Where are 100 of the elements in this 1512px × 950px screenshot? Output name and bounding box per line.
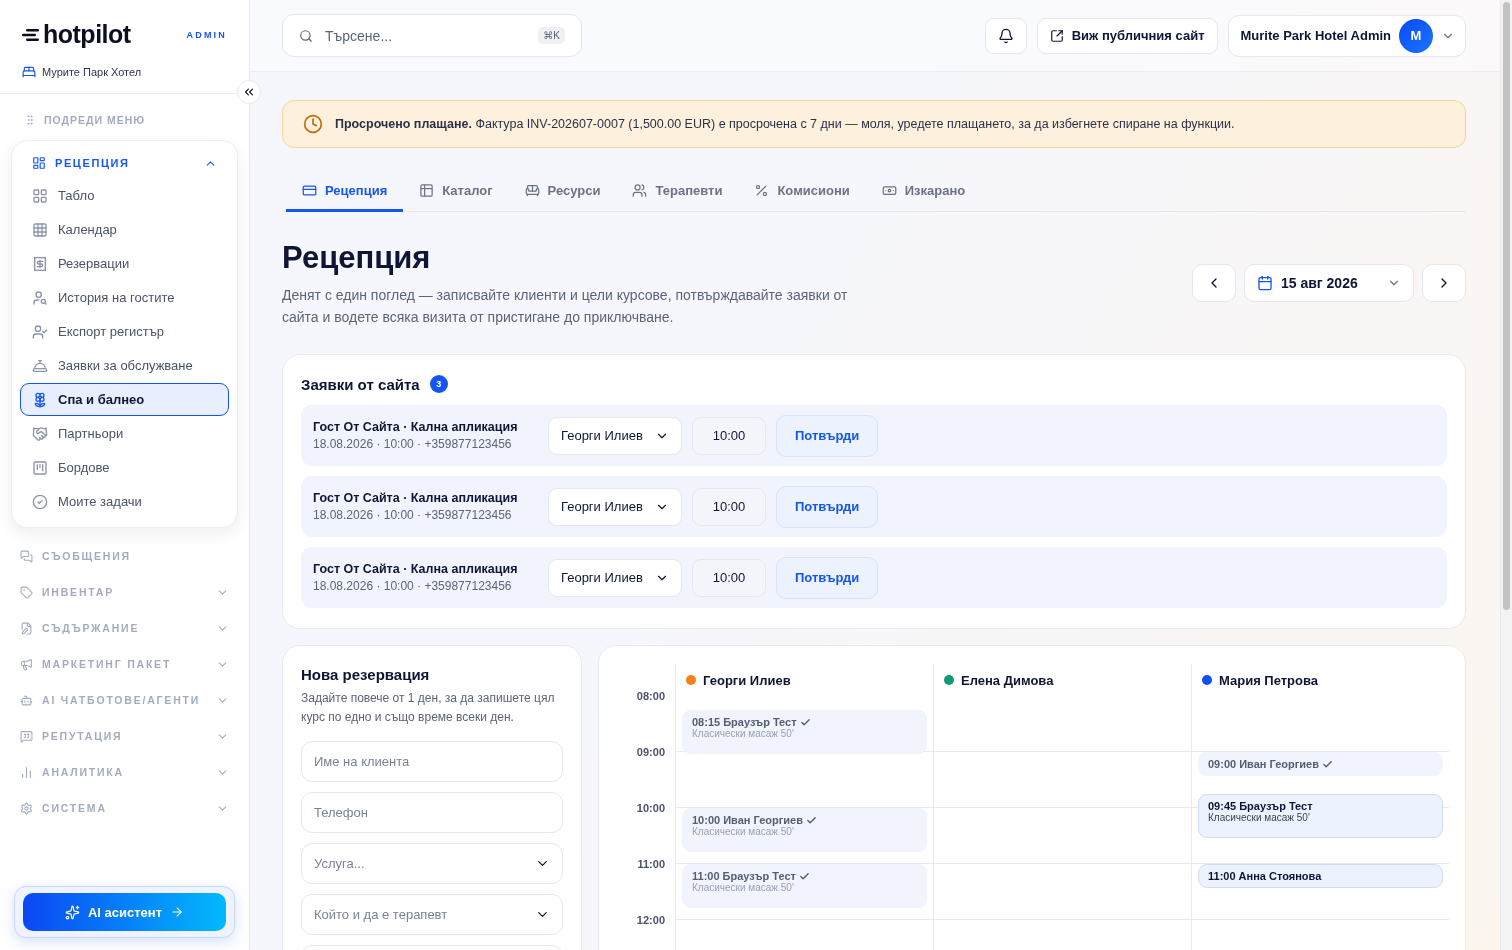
- card-description: Задайте повече от 1 ден, за да запишете цял курс по едно и също време всеки ден.: [301, 690, 556, 726]
- public-site-button[interactable]: Виж публичния сайт: [1036, 17, 1218, 54]
- search-icon: [299, 28, 313, 43]
- percent-icon: [754, 183, 770, 198]
- notifications-button[interactable]: [984, 17, 1027, 54]
- therapist-name: Мария Петрова: [1219, 672, 1319, 688]
- time-field[interactable]: 10:00: [692, 416, 766, 455]
- previous-day-button[interactable]: [1192, 264, 1236, 302]
- check-circle-icon: [32, 493, 48, 510]
- request-details: 18.08.2026 · 10:00 · +359877123456: [313, 437, 513, 451]
- users-icon: [632, 183, 648, 198]
- hour-label: 08:00: [636, 690, 665, 702]
- collapse-button[interactable]: [237, 80, 261, 104]
- card-title: Нова резервация: [301, 666, 431, 683]
- check-icon: [799, 716, 811, 728]
- service-name: Класически масаж 50': [692, 882, 795, 893]
- appointment[interactable]: 11:00 Анна Стоянова: [1198, 864, 1443, 888]
- appointment-title: 09:00 Иван Георгиев: [1208, 758, 1319, 770]
- select-field[interactable]: Услуга...: [301, 843, 563, 884]
- appointment-title: 09:45 Браузър Тест: [1208, 800, 1313, 812]
- bell-dome-icon: [32, 357, 48, 374]
- service-name: Класически масаж 50': [692, 826, 794, 837]
- search-field[interactable]: Търсене... ⌘K: [282, 14, 582, 57]
- appointment-title: 08:15 Браузър Тест: [692, 716, 797, 728]
- hour-label: 09:00: [636, 746, 665, 758]
- bar-chart-icon: [20, 765, 33, 779]
- appointment[interactable]: 09:00 Иван Георгиев: [1198, 752, 1443, 776]
- user-menu[interactable]: Murite Park Hotel Admin M: [1227, 14, 1466, 57]
- appointment[interactable]: 08:15 Браузър Тест Класически масаж 50': [682, 710, 927, 754]
- therapist-select[interactable]: Георги Илиев: [548, 558, 682, 597]
- robot-icon: [20, 693, 33, 707]
- ai-assistant-button[interactable]: AI асистент: [23, 893, 226, 931]
- sidebar-item[interactable]: История на гостите: [20, 281, 229, 314]
- sidebar-item[interactable]: Резервации: [20, 247, 229, 280]
- sidebar-item[interactable]: Спа и балнео: [20, 383, 229, 416]
- date-picker[interactable]: 15 авг 2026: [1244, 264, 1414, 302]
- tab[interactable]: Терапевти: [616, 174, 739, 212]
- card-title: Заявки от сайта: [301, 375, 420, 393]
- bed-icon: [22, 65, 36, 79]
- input-field[interactable]: Телефон: [301, 792, 563, 833]
- list-icon: [419, 183, 435, 198]
- dashboard-icon: [32, 156, 46, 170]
- therapist-name: Елена Димова: [961, 672, 1054, 688]
- shortcut-hint: ⌘K: [538, 27, 565, 44]
- sofa-icon: [524, 183, 540, 198]
- time-field[interactable]: 10:00: [692, 558, 766, 597]
- review-icon: [20, 729, 33, 743]
- therapist-select[interactable]: Георги Илиев: [548, 416, 682, 455]
- appointment[interactable]: 11:00 Браузър Тест Класически масаж 50': [682, 864, 927, 908]
- page-title: Рецепция: [282, 240, 432, 276]
- check-icon: [806, 814, 817, 826]
- megaphone-icon: [20, 657, 33, 671]
- flower-icon: [32, 391, 48, 408]
- confirm-button[interactable]: Потвърди: [776, 414, 879, 457]
- external-link-icon: [1049, 28, 1064, 43]
- request-title: Гост От Сайта · Кална апликация: [313, 562, 519, 576]
- sidebar-item[interactable]: Моите задачи: [20, 485, 229, 518]
- appointment-title: 10:00 Иван Георгиев: [692, 814, 803, 826]
- appointment[interactable]: 10:00 Иван Георгиев Класически масаж 50': [682, 808, 927, 852]
- user-search-icon: [32, 289, 48, 306]
- time-field[interactable]: 10:00: [692, 487, 766, 526]
- tab[interactable]: Каталог: [403, 174, 509, 212]
- calendar-icon: [1257, 275, 1273, 291]
- alert-message: Просрочено плащане. Фактура INV-202607-0007 (1,500.00 EUR) е просрочена с 7 дни — моля, уредете плащането, за да избегнете спиране на функции.: [335, 117, 1235, 131]
- confirm-button[interactable]: Потвърди: [776, 556, 879, 599]
- sidebar-item[interactable]: Табло: [20, 179, 229, 212]
- hour-label: 10:00: [636, 802, 665, 814]
- sidebar-item[interactable]: Заявки за обслужване: [20, 349, 229, 382]
- tab[interactable]: Изкарано: [865, 174, 982, 212]
- appointment[interactable]: 09:45 Браузър Тест Класически масаж 50': [1198, 794, 1443, 838]
- sidebar-item[interactable]: Експорт регистър: [20, 315, 229, 348]
- bell-icon: [997, 27, 1014, 44]
- scrollbar[interactable]: [1500, 0, 1512, 950]
- sidebar-item[interactable]: Партньори: [20, 417, 229, 450]
- table-icon: [32, 221, 48, 238]
- arrow-right-icon: [170, 905, 185, 919]
- tab[interactable]: Ресурси: [508, 174, 617, 212]
- sparkles-icon: [64, 904, 80, 920]
- select-field[interactable]: Който и да е терапевт: [301, 894, 563, 935]
- sidebar-item[interactable]: Календар: [20, 213, 229, 246]
- tab[interactable]: Рецепция: [286, 174, 404, 212]
- banknote-icon: [881, 183, 897, 198]
- tab[interactable]: Комисиони: [738, 174, 866, 212]
- check-icon: [798, 870, 810, 882]
- grip-icon: [24, 114, 36, 126]
- sidebar-item[interactable]: Бордове: [20, 451, 229, 484]
- therapist-select[interactable]: Георги Илиев: [548, 487, 682, 526]
- admin-label: ADMIN: [186, 29, 227, 40]
- therapist-name: Георги Илиев: [703, 672, 791, 688]
- double-chevron-left-icon: [242, 85, 256, 99]
- request-details: 18.08.2026 · 10:00 · +359877123456: [313, 508, 513, 522]
- card-icon: [302, 183, 317, 198]
- request-details: 18.08.2026 · 10:00 · +359877123456: [313, 579, 513, 593]
- next-day-button[interactable]: [1422, 264, 1466, 302]
- confirm-button[interactable]: Потвърди: [776, 485, 879, 528]
- hour-label: 11:00: [637, 858, 665, 870]
- input-field[interactable]: Име на клиента: [301, 741, 563, 782]
- menu-group-header[interactable]: РЕЦЕПЦИЯ: [20, 147, 229, 178]
- search-input[interactable]: Търсене...: [323, 26, 529, 45]
- check-icon: [1322, 758, 1333, 770]
